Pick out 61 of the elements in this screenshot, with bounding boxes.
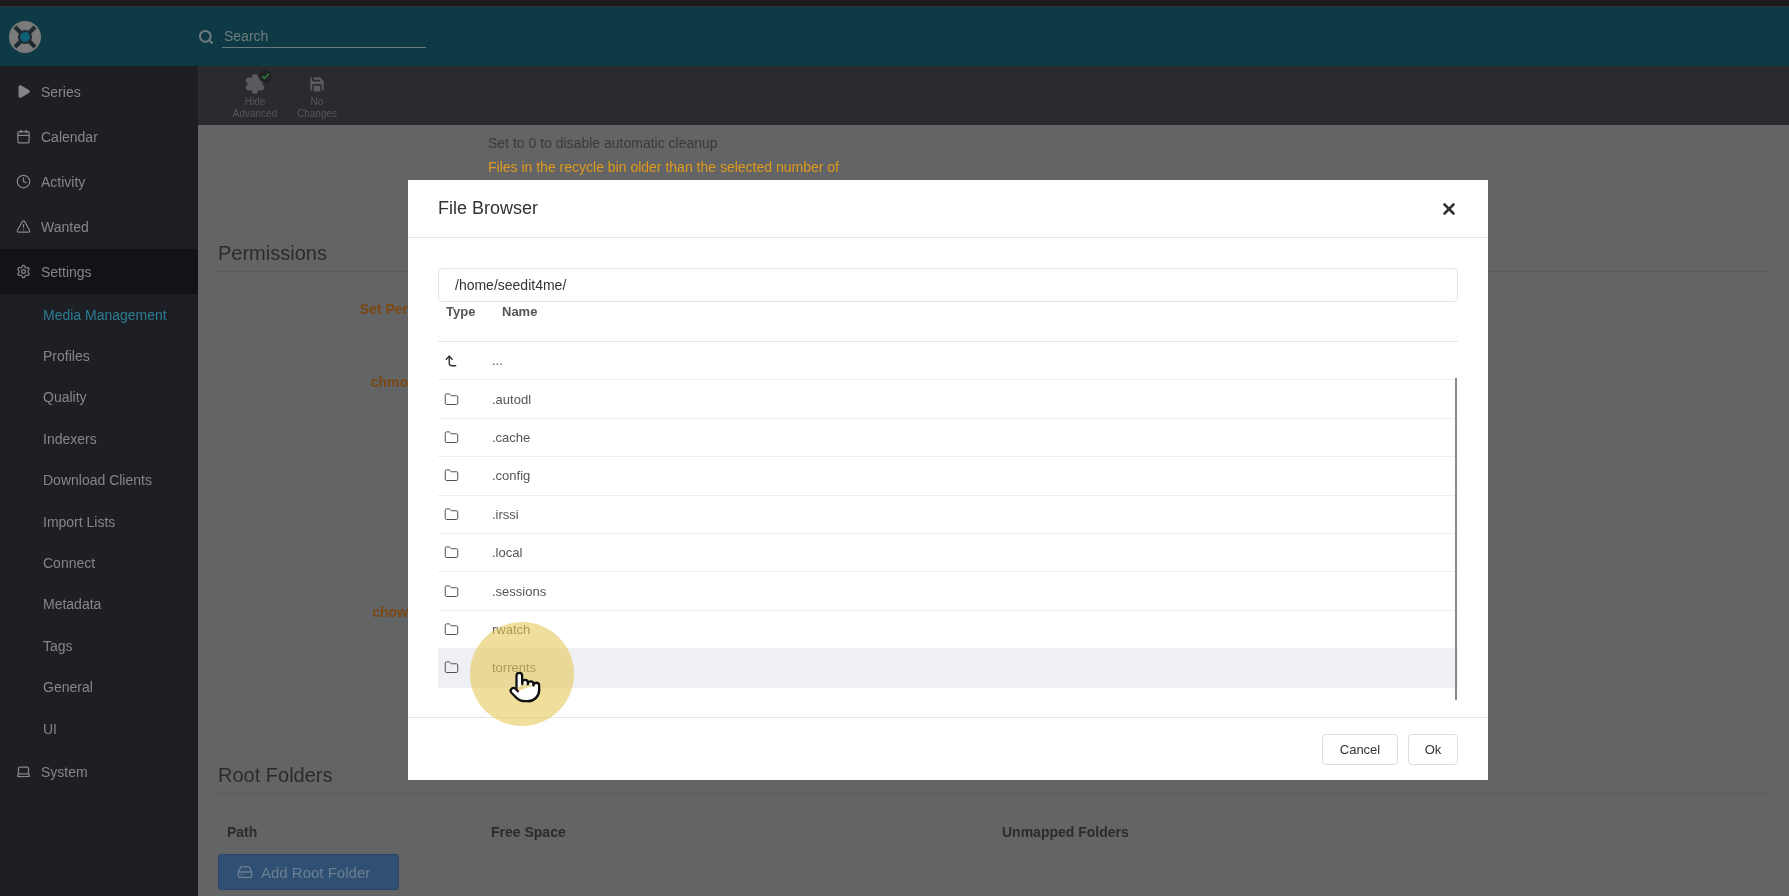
folder-icon (444, 621, 459, 637)
warning-icon (16, 219, 31, 234)
nav-subitem[interactable]: Profiles (0, 335, 198, 377)
nav-subitem[interactable]: General (0, 666, 198, 708)
nav-item[interactable]: Wanted (0, 204, 198, 249)
nav-subitem[interactable]: Quality (0, 376, 198, 419)
laptop-icon (16, 764, 31, 780)
scrollbar[interactable] (1455, 378, 1457, 700)
hand-cursor-icon (508, 670, 542, 704)
field-label: chmo (369, 373, 408, 392)
file-name: .config (492, 468, 531, 484)
nav-subitem[interactable]: UI (0, 707, 198, 750)
ok-button[interactable]: Ok (1408, 733, 1458, 765)
nav-item[interactable]: Activity (0, 159, 198, 204)
search-field[interactable]: Search (222, 25, 426, 48)
column-header: Name (501, 304, 538, 320)
nav-item[interactable]: Calendar (0, 114, 198, 159)
calendar-icon (16, 129, 31, 144)
column-header: Unmapped Folders (1002, 824, 1130, 840)
field-label: chow (371, 603, 408, 622)
search-icon (198, 28, 214, 45)
nav-subitem[interactable]: Media Management (0, 294, 198, 336)
nav-subitem[interactable]: Metadata (0, 583, 198, 626)
folder-icon (444, 429, 459, 445)
file-name: rwatch (492, 621, 531, 637)
floppy-icon (307, 74, 327, 94)
file-name: ... (492, 353, 503, 369)
nav-subitem[interactable]: Indexers (0, 418, 198, 460)
logo-icon (8, 19, 42, 54)
nav-subitem[interactable]: Tags (0, 625, 198, 667)
file-name: .irssi (492, 506, 519, 522)
clock-icon (16, 174, 31, 189)
nav-subitem[interactable]: Download Clients (0, 459, 198, 501)
file-name: torrents (492, 660, 537, 676)
warning-text: Files in the recycle bin older than the selected number of (488, 158, 840, 177)
nav-subitem[interactable]: Connect (0, 542, 198, 584)
nav-item[interactable]: Settings (0, 249, 198, 294)
folder-icon (444, 583, 459, 599)
path-field[interactable]: /home/seedit4me/ (438, 268, 1458, 302)
file-name: .sessions (492, 583, 547, 599)
file-name: .autodl (492, 391, 532, 407)
file-name: .cache (492, 429, 531, 445)
drive-icon (237, 864, 253, 880)
nav-item[interactable]: Series (0, 69, 198, 114)
folder-icon (444, 506, 459, 522)
nav-item[interactable]: System (0, 749, 198, 795)
column-header: Path (227, 824, 259, 840)
nav-subitem[interactable]: Import Lists (0, 500, 198, 543)
file-name: .local (492, 545, 523, 561)
folder-icon (444, 660, 459, 676)
folder-icon (444, 391, 459, 407)
parent-folder-icon (444, 353, 458, 368)
folder-icon (444, 545, 459, 561)
cancel-button[interactable]: Cancel (1322, 733, 1398, 765)
column-header: Free Space (491, 824, 567, 840)
dialog-title: File Browser (438, 198, 539, 219)
folder-icon (444, 468, 459, 484)
play-icon (16, 84, 31, 99)
column-header: Type (445, 304, 477, 320)
gears-icon (16, 264, 31, 279)
field-label: Set Per (358, 300, 408, 319)
